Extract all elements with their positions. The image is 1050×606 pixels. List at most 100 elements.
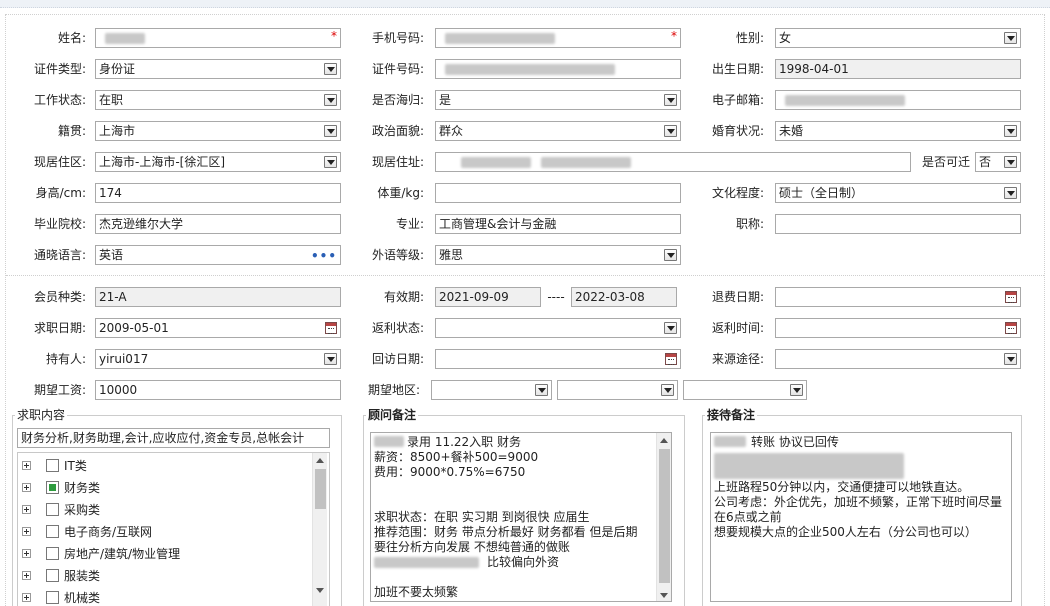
- expand-icon[interactable]: [22, 593, 31, 602]
- rebate-status-select[interactable]: [435, 318, 681, 338]
- visit-date-input[interactable]: [435, 349, 681, 369]
- reception-notes-textarea[interactable]: 转账 协议已回传 上班路程50分钟以内，交通便捷可以地铁直达。 公司考虑：外企优…: [710, 432, 1012, 602]
- chevron-down-icon[interactable]: [324, 94, 337, 106]
- checkbox-checked[interactable]: [46, 481, 59, 494]
- chevron-down-icon[interactable]: [1004, 187, 1017, 199]
- checkbox[interactable]: [46, 503, 59, 516]
- tree-item[interactable]: 服装类: [22, 565, 302, 587]
- source-select[interactable]: [775, 349, 1021, 369]
- language-value: 英语: [99, 248, 124, 262]
- note-line: 转账 协议已回传: [751, 435, 839, 449]
- holder-select[interactable]: yirui017: [95, 349, 341, 369]
- checkbox[interactable]: [46, 569, 59, 582]
- expand-icon[interactable]: [22, 505, 31, 514]
- chevron-down-icon[interactable]: [790, 384, 803, 396]
- id-type-select[interactable]: 身份证: [95, 59, 341, 79]
- chevron-down-icon[interactable]: [664, 322, 677, 334]
- political-select[interactable]: 群众: [435, 121, 681, 141]
- scroll-down-icon[interactable]: [316, 588, 324, 593]
- work-status-value: 在职: [99, 93, 124, 107]
- language-input[interactable]: 英语 •••: [95, 245, 341, 265]
- expand-icon[interactable]: [22, 571, 31, 580]
- notes-scrollbar[interactable]: [656, 433, 671, 601]
- native-select[interactable]: 上海市: [95, 121, 341, 141]
- scroll-up-icon[interactable]: [660, 438, 668, 443]
- name-input[interactable]: *: [95, 28, 341, 48]
- height-input[interactable]: 174: [95, 183, 341, 203]
- scroll-up-icon[interactable]: [316, 458, 324, 463]
- address-input[interactable]: [435, 152, 911, 172]
- chevron-down-icon[interactable]: [1004, 32, 1017, 44]
- calendar-icon[interactable]: [665, 353, 677, 365]
- apply-date-input[interactable]: 2009-05-01: [95, 318, 341, 338]
- salary-input[interactable]: 10000: [95, 380, 341, 400]
- chevron-down-icon[interactable]: [664, 125, 677, 137]
- major-input[interactable]: 工商管理&会计与金融: [435, 214, 681, 234]
- chevron-down-icon[interactable]: [664, 94, 677, 106]
- chevron-down-icon[interactable]: [324, 63, 337, 75]
- checkbox[interactable]: [46, 459, 59, 472]
- school-input[interactable]: 杰克逊维尔大学: [95, 214, 341, 234]
- chevron-down-icon[interactable]: [1004, 156, 1017, 168]
- rebate-time-input[interactable]: [775, 318, 1021, 338]
- overseas-select[interactable]: 是: [435, 90, 681, 110]
- tree-item[interactable]: 财务类: [22, 477, 302, 499]
- expand-icon[interactable]: [22, 527, 31, 536]
- expand-icon[interactable]: [22, 483, 31, 492]
- id-type-label: 证件类型:: [33, 62, 86, 76]
- weight-input[interactable]: [435, 183, 681, 203]
- chevron-down-icon[interactable]: [1004, 125, 1017, 137]
- checkbox[interactable]: [46, 591, 59, 604]
- tree-item[interactable]: 房地产/建筑/物业管理: [22, 543, 302, 565]
- chevron-down-icon[interactable]: [324, 125, 337, 137]
- job-summary-field[interactable]: 财务分析,财务助理,会计,应收应付,资金专员,总帐会计: [17, 428, 330, 448]
- region-province-select[interactable]: [431, 380, 552, 400]
- tree-item[interactable]: 机械类: [22, 587, 302, 606]
- more-icon[interactable]: •••: [311, 247, 337, 264]
- calendar-icon[interactable]: [1005, 291, 1017, 303]
- phone-input[interactable]: *: [435, 28, 681, 48]
- chevron-down-icon[interactable]: [535, 384, 548, 396]
- member-type-label: 会员种类:: [33, 290, 86, 304]
- tree-item[interactable]: 电子商务/互联网: [22, 521, 302, 543]
- gender-select[interactable]: 女: [775, 28, 1021, 48]
- region-city-select[interactable]: [557, 380, 678, 400]
- political-label: 政治面貌:: [371, 124, 424, 138]
- relocate-select[interactable]: 否: [975, 152, 1021, 172]
- scroll-thumb[interactable]: [659, 449, 670, 583]
- chevron-down-icon[interactable]: [324, 156, 337, 168]
- expand-icon[interactable]: [22, 461, 31, 470]
- marital-select[interactable]: 未婚: [775, 121, 1021, 141]
- checkbox[interactable]: [46, 547, 59, 560]
- relocate-value: 否: [979, 155, 992, 169]
- tree-item[interactable]: IT类: [22, 455, 302, 477]
- id-number-input[interactable]: [435, 59, 681, 79]
- calendar-icon[interactable]: [325, 322, 337, 334]
- chevron-down-icon[interactable]: [664, 249, 677, 261]
- work-status-select[interactable]: 在职: [95, 90, 341, 110]
- note-line: 想要规模大点的企业500人左右（分公司也可以）: [714, 525, 977, 539]
- scroll-down-icon[interactable]: [660, 593, 668, 598]
- expand-icon[interactable]: [22, 549, 31, 558]
- chevron-down-icon[interactable]: [661, 384, 674, 396]
- refund-date-input[interactable]: [775, 287, 1021, 307]
- education-select[interactable]: 硕士（全日制）: [775, 183, 1021, 203]
- title-input[interactable]: [775, 214, 1021, 234]
- residence-area-select[interactable]: 上海市-上海市-[徐汇区]: [95, 152, 341, 172]
- validity-to-field: 2022-03-08: [571, 287, 677, 307]
- tree-item[interactable]: 采购类: [22, 499, 302, 521]
- residence-area-value: 上海市-上海市-[徐汇区]: [99, 155, 226, 169]
- consultant-notes-textarea[interactable]: 录用 11.22入职 财务 薪资：8500+餐补500=9000 费用：9000…: [370, 432, 672, 602]
- chevron-down-icon[interactable]: [324, 353, 337, 365]
- email-input[interactable]: [775, 90, 1021, 110]
- required-mark: *: [671, 29, 677, 43]
- required-mark: *: [331, 29, 337, 43]
- checkbox[interactable]: [46, 525, 59, 538]
- region-district-select[interactable]: [683, 380, 807, 400]
- foreign-level-select[interactable]: 雅思: [435, 245, 681, 265]
- visit-date-label: 回访日期:: [371, 352, 424, 366]
- tree-scrollbar[interactable]: [312, 453, 327, 606]
- scroll-thumb[interactable]: [315, 469, 326, 509]
- chevron-down-icon[interactable]: [1004, 353, 1017, 365]
- calendar-icon[interactable]: [1005, 322, 1017, 334]
